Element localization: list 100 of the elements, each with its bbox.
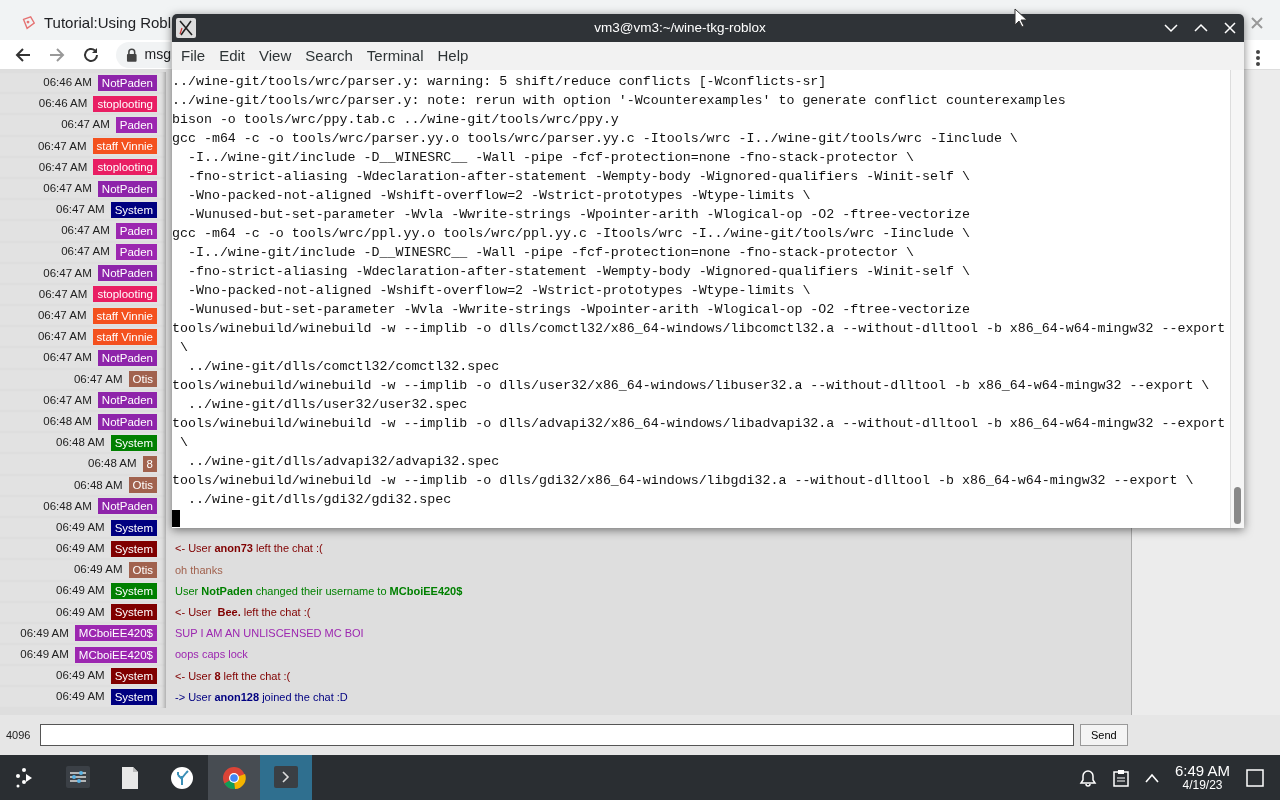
terminal-line: tools/winebuild/winebuild -w --implib -o dlls/user32/x86_64-windows/libuser32.a --without-dlltool -b x86_64-w64-mingw32 --export \ [172, 377, 1210, 395]
forward-icon[interactable] [48, 45, 66, 64]
username-tag: System [110, 201, 157, 218]
message-input[interactable] [40, 724, 1074, 746]
username-tag: MCboiEE420$ [74, 646, 157, 663]
message-time: 06:47 AM [73, 371, 123, 387]
sliders-icon [66, 765, 90, 790]
message-time: 06:46 AM [43, 74, 92, 90]
message-time: 06:47 AM [37, 308, 87, 324]
terminal-line: ../wine-git/dlls/gdi32/gdi32.spec [186, 491, 452, 509]
username-tag: System [110, 434, 157, 451]
terminal-line: bison -o tools/wrc/ppy.tab.c ../wine-git/tools/wrc/ppy.y [172, 111, 619, 129]
message-time: 06:47 AM [38, 159, 88, 175]
username-tag: Otis [128, 371, 157, 388]
message-time: 06:48 AM [43, 413, 92, 429]
username-tag: stoplooting [93, 159, 157, 176]
maximize-icon[interactable] [1194, 23, 1208, 33]
bell-icon[interactable] [1078, 768, 1097, 787]
terminal-cursor [172, 510, 180, 527]
message-time: 06:47 AM [61, 117, 110, 133]
message-time: 06:49 AM [56, 519, 105, 535]
message-time: 06:47 AM [37, 138, 87, 154]
message-time: 06:49 AM [56, 689, 105, 705]
scrollbar[interactable] [1230, 70, 1244, 528]
chat-message: User NotPaden changed their username to MCboiEE420$ [175, 583, 463, 599]
terminal-line: -Wno-packed-not-aligned -Wshift-overflow=2 -Wstrict-prototypes -Wtype-limits \ [186, 282, 811, 300]
message-time: 06:47 AM [61, 244, 110, 260]
coral-icon [170, 765, 194, 790]
terminal-line: tools/winebuild/winebuild -w --implib -o dlls/comctl32/x86_64-windows/libcomctl32.a --without-dlltool -b x86_64-w64-mingw32 --export [172, 320, 1226, 338]
username-tag: System [110, 667, 157, 684]
terminal-icon [274, 765, 298, 790]
username-tag: System [110, 689, 157, 706]
puzzle-icon [20, 14, 36, 32]
message-time: 06:49 AM [56, 604, 105, 620]
message-time: 06:48 AM [43, 498, 92, 514]
chrome-icon [222, 765, 246, 790]
chat-message: <- User Bee. left the chat :( [175, 605, 311, 621]
character-counter: 4096 [6, 727, 32, 743]
terminal-line: -Wno-packed-not-aligned -Wshift-overflow=2 -Wstrict-prototypes -Wtype-limits \ [186, 187, 811, 205]
message-time: 06:49 AM [56, 668, 105, 684]
show-desktop-icon[interactable] [1246, 768, 1264, 787]
username-tag: Otis [128, 477, 157, 494]
back-icon[interactable] [14, 45, 32, 64]
terminal-line: ../wine-git/dlls/user32/user32.spec [186, 396, 468, 414]
clock[interactable]: 6:49 AM 4/19/23 [1174, 763, 1230, 792]
terminal-line: -I../wine-git/include -D__WINESRC__ -Wall -pipe -fcf-protection=none -fno-stack-protector \ [186, 149, 915, 167]
chat-message: oh thanks [175, 562, 223, 578]
lock-icon [126, 47, 138, 62]
message-time: 06:49 AM [20, 647, 69, 663]
terminal-line: \ [178, 434, 188, 452]
terminal-line: -I../wine-git/include -D__WINESRC__ -Wall -pipe -fcf-protection=none -fno-stack-protector \ [186, 244, 915, 262]
message-time: 06:47 AM [37, 329, 87, 345]
address-bar[interactable]: msg [116, 41, 171, 68]
menu-item[interactable]: Help [430, 42, 476, 70]
x-logo-icon [176, 18, 196, 38]
username-tag: Paden [115, 116, 157, 133]
terminal-line: gcc -m64 -c -o tools/wrc/ppl.yy.o tools/wrc/ppl.yy.c -Itools/wrc -I../wine-git/tools/wrc -Iinclude \ [172, 225, 970, 243]
message-time: 06:49 AM [73, 562, 123, 578]
username-tag: NotPaden [97, 265, 157, 282]
username-tag: NotPaden [97, 74, 157, 91]
menu-item[interactable]: File [174, 42, 213, 70]
send-button[interactable]: Send [1080, 723, 1128, 747]
terminal-line: tools/winebuild/winebuild -w --implib -o dlls/gdi32/x86_64-windows/libgdi32.a --without-dlltool -b x86_64-w64-mingw32 --export \ [172, 472, 1194, 490]
username-tag: Paden [115, 244, 157, 261]
username-tag: 8 [142, 455, 157, 472]
username-tag: System [110, 540, 157, 557]
terminal-line: tools/winebuild/winebuild -w --implib -o dlls/advapi32/x86_64-windows/libadvapi32.a --without-dlltool -b x86_64-w64-mingw32 --export [172, 415, 1226, 433]
terminal-line: -Wunused-but-set-parameter -Wvla -Wwrite-strings -Wpointer-arith -Wlogical-op -O2 -ftree-vectorize [186, 206, 970, 224]
username-tag: Otis [128, 561, 157, 578]
terminal-line: -fno-strict-aliasing -Wdeclaration-after-statement -Wempty-body -Wignored-qualifiers -Winit-self \ [186, 263, 970, 281]
menu-item[interactable]: View [252, 42, 299, 70]
username-tag: staff Vinnie [92, 138, 157, 155]
username-tag: stoplooting [93, 95, 157, 112]
terminal-line: -fno-strict-aliasing -Wdeclaration-after-statement -Wempty-body -Wignored-qualifiers -Winit-self \ [186, 168, 970, 186]
menu-item[interactable]: Edit [212, 42, 253, 70]
message-time: 06:46 AM [38, 96, 88, 112]
chat-message: SUP I AM AN UNLISCENSED MC BOI [175, 626, 364, 642]
chat-message: <- User 8 left the chat :( [175, 668, 291, 684]
username-tag: NotPaden [97, 350, 157, 367]
chat-message: -> User anon128 joined the chat :D [175, 689, 348, 705]
username-tag: staff Vinnie [92, 328, 157, 345]
clipboard-icon[interactable] [1112, 768, 1129, 787]
message-time: 06:47 AM [56, 202, 105, 218]
username-tag: System [110, 604, 157, 621]
reload-icon[interactable] [82, 45, 100, 64]
caret-up-icon[interactable] [1144, 772, 1159, 783]
terminal-line: -Wunused-but-set-parameter -Wvla -Wwrite-strings -Wpointer-arith -Wlogical-op -O2 -ftree-vectorize [186, 301, 970, 319]
message-time: 06:47 AM [43, 180, 92, 196]
message-time: 06:47 AM [61, 223, 110, 239]
message-time: 06:47 AM [43, 392, 92, 408]
menu-icon[interactable] [1255, 48, 1261, 67]
message-time: 06:48 AM [88, 456, 137, 472]
terminal-line: ../wine-git/tools/wrc/parser.y: note: rerun with option '-Wcounterexamples' to generate conflict counterexamples [172, 92, 1066, 110]
username-tag: System [110, 583, 157, 600]
username-tag: MCboiEE420$ [74, 625, 157, 642]
menu-item[interactable]: Terminal [359, 42, 431, 70]
terminal-line: ../wine-git/dlls/comctl32/comctl32.spec [186, 358, 500, 376]
menu-item[interactable]: Search [298, 42, 360, 70]
minimize-icon[interactable] [1164, 23, 1178, 33]
window-title: vm3@vm3:~/wine-tkg-roblox [594, 18, 766, 37]
